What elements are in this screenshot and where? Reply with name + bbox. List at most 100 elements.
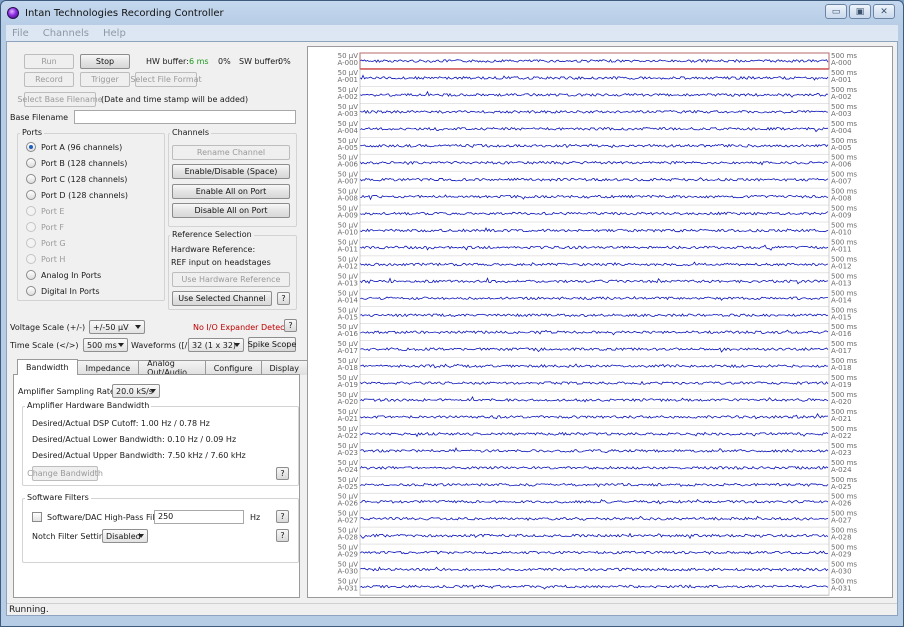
change-bandwidth-button[interactable]: Change Bandwidth bbox=[27, 466, 103, 481]
channel-trace-A-027[interactable] bbox=[359, 515, 829, 522]
channel-label-left: A-007 bbox=[337, 178, 358, 186]
radio-button[interactable] bbox=[26, 270, 36, 280]
channel-trace-A-004[interactable] bbox=[359, 126, 828, 133]
channel-trace-A-023[interactable] bbox=[359, 447, 829, 454]
tab-display[interactable]: Display bbox=[260, 360, 308, 375]
channel-trace-A-006[interactable] bbox=[359, 160, 829, 166]
enable-all-on-port-button[interactable]: Enable All on Port bbox=[172, 184, 290, 199]
channel-trace-A-019[interactable] bbox=[359, 380, 829, 385]
channel-trace-A-029[interactable] bbox=[359, 550, 829, 555]
io-expander-help-button[interactable]: ? bbox=[284, 319, 297, 332]
channel-trace-A-031[interactable] bbox=[359, 584, 829, 590]
menu-help[interactable]: Help bbox=[103, 28, 126, 39]
channel-label-right: A-029 bbox=[831, 551, 852, 559]
port-radio-3[interactable]: Port D (128 channels) bbox=[26, 190, 128, 200]
channel-trace-A-009[interactable] bbox=[359, 211, 829, 216]
use-hardware-reference-button[interactable]: Use Hardware Reference bbox=[172, 272, 290, 287]
channel-trace-A-028[interactable] bbox=[359, 532, 829, 540]
channel-trace-A-020[interactable] bbox=[359, 395, 829, 403]
high-pass-filter-input[interactable]: 250 bbox=[154, 510, 244, 524]
notch-help-button[interactable]: ? bbox=[276, 529, 289, 542]
port-radio-1[interactable]: Port B (128 channels) bbox=[26, 158, 127, 168]
channel-label-right: A-011 bbox=[831, 245, 852, 253]
chevron-down-icon bbox=[138, 534, 144, 538]
channel-trace-A-026[interactable] bbox=[359, 499, 829, 505]
channel-trace-A-022[interactable] bbox=[359, 431, 829, 438]
channel-trace-A-018[interactable] bbox=[359, 363, 829, 369]
channel-trace-A-005[interactable] bbox=[359, 143, 829, 149]
channel-trace-A-007[interactable] bbox=[359, 177, 829, 182]
bandwidth-help-button[interactable]: ? bbox=[276, 467, 289, 480]
channel-trace-A-021[interactable] bbox=[359, 413, 829, 420]
radio-button[interactable] bbox=[26, 174, 36, 184]
channel-trace-A-017[interactable] bbox=[359, 347, 829, 353]
waveforms-dropdown[interactable]: 32 (1 x 32) bbox=[188, 338, 244, 352]
sampling-rate-dropdown[interactable]: 20.0 kS/s bbox=[112, 384, 160, 398]
record-button[interactable]: Record bbox=[24, 72, 74, 87]
waveform-plot[interactable]: 50 µVA-000500 msA-00050 µVA-001500 msA-0… bbox=[308, 47, 892, 597]
channel-trace-A-025[interactable] bbox=[359, 482, 829, 488]
select-file-format-button[interactable]: Select File Format bbox=[130, 72, 202, 87]
maximize-button[interactable]: ▣ bbox=[849, 4, 871, 19]
reference-help-button[interactable]: ? bbox=[277, 292, 290, 305]
high-pass-filter-checkbox[interactable]: Software/DAC High-Pass Filter bbox=[32, 512, 166, 522]
tab-configure[interactable]: Configure bbox=[204, 360, 262, 375]
notch-filter-dropdown[interactable]: Disabled bbox=[102, 529, 148, 543]
channel-trace-A-001[interactable] bbox=[359, 74, 829, 81]
port-label: Port H bbox=[41, 254, 66, 264]
channel-trace-A-030[interactable] bbox=[359, 566, 829, 572]
channel-label-right: A-014 bbox=[831, 296, 852, 304]
hardware-bandwidth-title: Amplifier Hardware Bandwidth bbox=[25, 401, 152, 410]
title-bar[interactable]: Intan Technologies Recording Controller … bbox=[1, 1, 903, 25]
software-filters-title: Software Filters bbox=[25, 493, 91, 502]
channel-label-left: A-005 bbox=[337, 144, 358, 152]
channel-trace-A-002[interactable] bbox=[359, 90, 829, 98]
io-expander-status: No I/O Expander Detected bbox=[193, 323, 298, 332]
channel-trace-A-013[interactable] bbox=[359, 277, 829, 285]
radio-button[interactable] bbox=[26, 158, 36, 168]
radio-button[interactable] bbox=[26, 286, 36, 296]
channel-trace-A-015[interactable] bbox=[359, 313, 829, 318]
menu-channels[interactable]: Channels bbox=[43, 28, 89, 39]
channel-label-left: A-001 bbox=[337, 76, 358, 84]
channel-label-right: A-023 bbox=[831, 449, 852, 457]
channel-trace-A-008[interactable] bbox=[359, 194, 829, 201]
menu-file[interactable]: File bbox=[12, 28, 29, 39]
channel-trace-A-024[interactable] bbox=[359, 465, 829, 471]
radio-button[interactable] bbox=[26, 190, 36, 200]
spike-scope-button[interactable]: Spike Scope bbox=[248, 337, 296, 352]
trigger-button[interactable]: Trigger bbox=[80, 72, 130, 87]
select-base-filename-button[interactable]: Select Base Filename bbox=[17, 92, 103, 107]
tab-impedance[interactable]: Impedance bbox=[76, 360, 140, 375]
base-filename-input[interactable] bbox=[74, 110, 296, 124]
stop-button[interactable]: Stop bbox=[80, 54, 130, 69]
tab-bandwidth[interactable]: Bandwidth bbox=[17, 359, 78, 375]
port-radio-8[interactable]: Analog In Ports bbox=[26, 270, 101, 280]
voltage-scale-dropdown[interactable]: +/-50 µV bbox=[89, 320, 145, 334]
port-radio-9[interactable]: Digital In Ports bbox=[26, 286, 100, 296]
checkbox-box[interactable] bbox=[32, 512, 42, 522]
rename-channel-button[interactable]: Rename Channel bbox=[172, 145, 290, 160]
high-pass-help-button[interactable]: ? bbox=[276, 510, 289, 523]
disable-all-on-port-button[interactable]: Disable All on Port bbox=[172, 203, 290, 218]
enable-disable-button[interactable]: Enable/Disable (Space) bbox=[172, 164, 290, 179]
channel-trace-A-003[interactable] bbox=[359, 109, 829, 114]
time-scale-dropdown[interactable]: 500 ms bbox=[83, 338, 128, 352]
port-radio-0[interactable]: Port A (96 channels) bbox=[26, 142, 122, 152]
minimize-button[interactable]: ▭ bbox=[825, 4, 847, 19]
channel-trace-A-011[interactable] bbox=[359, 244, 829, 251]
tab-analog-out-audio[interactable]: Analog Out/Audio bbox=[138, 359, 206, 377]
chevron-down-icon bbox=[135, 325, 141, 329]
channel-trace-A-016[interactable] bbox=[359, 329, 829, 336]
port-radio-2[interactable]: Port C (128 channels) bbox=[26, 174, 127, 184]
use-selected-channel-button[interactable]: Use Selected Channel bbox=[172, 291, 272, 306]
channel-trace-A-010[interactable] bbox=[359, 227, 829, 233]
radio-button[interactable] bbox=[26, 142, 36, 152]
channel-trace-A-012[interactable] bbox=[359, 261, 829, 267]
channel-label-left: A-015 bbox=[337, 313, 358, 321]
channel-trace-A-000[interactable] bbox=[359, 58, 829, 64]
waveform-display[interactable]: 50 µV A-000 500 ms A-000 50 µV A-001 500 ms A-0… bbox=[307, 46, 893, 598]
run-button[interactable]: Run bbox=[24, 54, 74, 69]
channel-trace-A-014[interactable] bbox=[359, 295, 829, 301]
close-button[interactable]: ✕ bbox=[873, 4, 895, 19]
